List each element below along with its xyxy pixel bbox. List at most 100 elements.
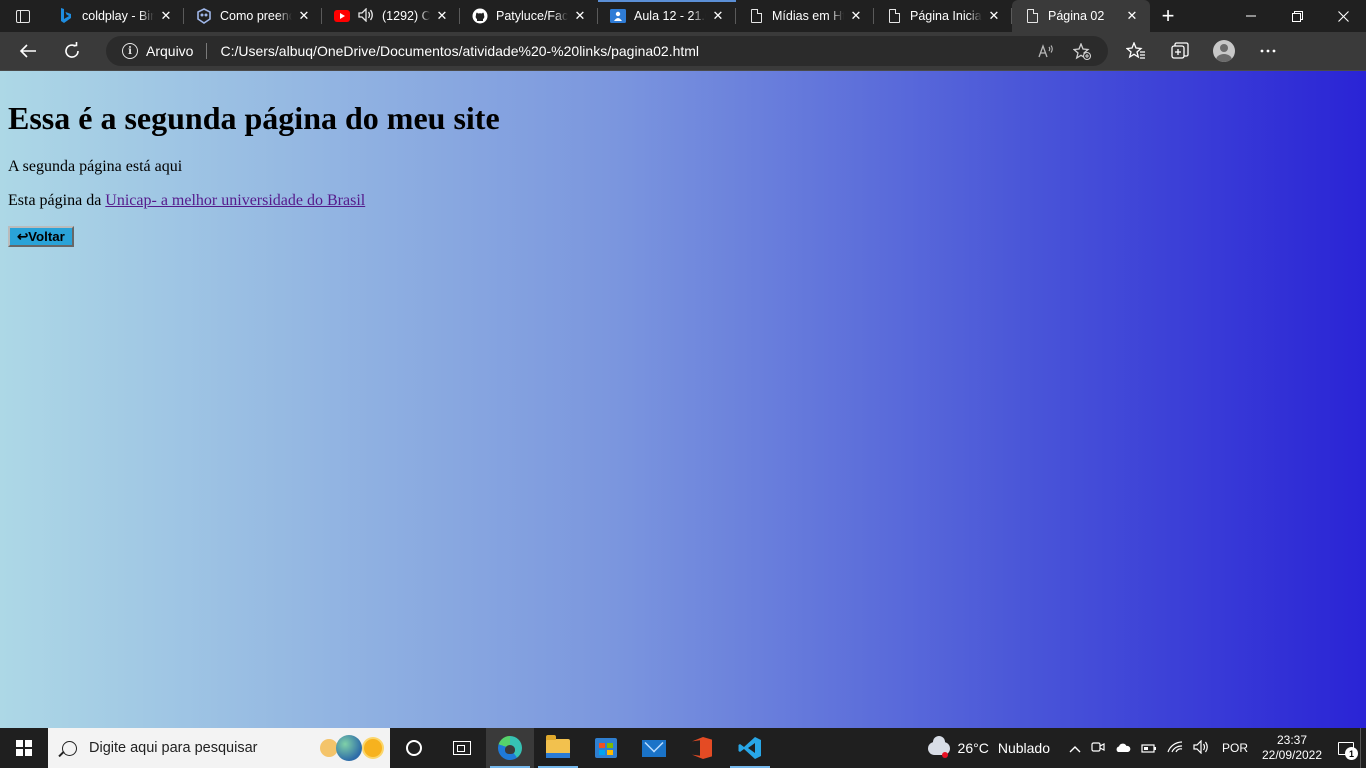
- page-viewport: Essa é a segunda página do meu site A se…: [0, 71, 1366, 728]
- avatar: [1213, 40, 1235, 62]
- tab-title: Página 02: [1048, 9, 1105, 23]
- info-icon[interactable]: i: [122, 43, 138, 59]
- page-paragraph-2: Esta página da Unicap- a melhor universi…: [8, 192, 1358, 210]
- github-icon: [472, 8, 488, 24]
- unicap-link[interactable]: Unicap- a melhor universidade do Brasil: [105, 192, 365, 209]
- mail-app[interactable]: [630, 728, 678, 768]
- weather-condition: Nublado: [997, 740, 1050, 756]
- arrow-left-icon: [19, 44, 36, 58]
- tab-title: (1292) Coldplay: [382, 9, 430, 23]
- new-tab-button[interactable]: +: [1150, 0, 1186, 32]
- start-button[interactable]: [0, 728, 48, 768]
- mail-icon: [642, 739, 666, 757]
- browser-toolbar: i Arquivo C:/Users/albuq/OneDrive/Docume…: [0, 32, 1366, 71]
- tab-pagina-02[interactable]: Página 02 ✕: [1012, 0, 1150, 32]
- tab-actions-button[interactable]: [0, 0, 46, 32]
- chevron-up-icon[interactable]: [1069, 741, 1081, 756]
- tab-como-preencher[interactable]: Como preencher ✕: [184, 0, 322, 32]
- paragraph-prefix: Esta página da: [8, 192, 106, 209]
- clock-date: 22/09/2022: [1261, 748, 1323, 762]
- tab-bing[interactable]: coldplay - Bing ✕: [46, 0, 184, 32]
- tab-title: Página Inicial: [910, 9, 982, 23]
- tab-title: Mídias em Html: [772, 9, 844, 23]
- weather-widget[interactable]: 26°C Nublado: [927, 735, 1050, 758]
- minimize-button[interactable]: [1228, 0, 1274, 32]
- read-aloud-icon[interactable]: [1028, 44, 1064, 58]
- taskbar-search[interactable]: Digite aqui para pesquisar: [48, 728, 390, 768]
- settings-menu-button[interactable]: [1246, 35, 1290, 67]
- owl-icon: [196, 8, 212, 24]
- refresh-icon: [65, 42, 79, 58]
- restore-button[interactable]: [1274, 0, 1320, 32]
- address-bar[interactable]: i Arquivo C:/Users/albuq/OneDrive/Docume…: [106, 36, 1108, 66]
- tab-title: coldplay - Bing: [82, 9, 154, 23]
- close-tab-icon[interactable]: ✕: [158, 8, 174, 24]
- close-tab-icon[interactable]: ✕: [710, 8, 726, 24]
- classroom-icon: [610, 8, 626, 24]
- language-indicator[interactable]: POR: [1222, 741, 1248, 755]
- tab-title: Patyluce/Faculdade: [496, 9, 568, 23]
- notification-count: 1: [1345, 747, 1358, 760]
- speaker-icon[interactable]: [358, 6, 374, 25]
- youtube-icon: [334, 8, 350, 24]
- wifi-icon[interactable]: [1167, 740, 1183, 756]
- tab-youtube[interactable]: (1292) Coldplay ✕: [322, 0, 460, 32]
- back-nav-button[interactable]: [6, 35, 50, 67]
- clock-time: 23:37: [1276, 733, 1308, 747]
- tab-github[interactable]: Patyluce/Faculdade ✕: [460, 0, 598, 32]
- search-placeholder: Digite aqui para pesquisar: [89, 740, 258, 756]
- file-explorer-app[interactable]: [534, 728, 582, 768]
- close-tab-icon[interactable]: ✕: [848, 8, 864, 24]
- cortana-button[interactable]: [390, 728, 438, 768]
- office-app[interactable]: [678, 728, 726, 768]
- weather-temp: 26°C: [957, 740, 989, 756]
- search-icon: [62, 740, 77, 756]
- task-view-button[interactable]: [438, 728, 486, 768]
- page-paragraph-1: A segunda página está aqui: [8, 158, 183, 175]
- more-icon: [1260, 49, 1276, 53]
- system-tray: [1064, 739, 1214, 757]
- tab-title: Como preencher: [220, 9, 292, 23]
- close-tab-icon[interactable]: ✕: [986, 8, 1002, 24]
- store-app[interactable]: [582, 728, 630, 768]
- folder-icon: [546, 734, 570, 758]
- tab-list: coldplay - Bing ✕ Como preencher ✕ (1292…: [46, 0, 1150, 32]
- close-tab-icon[interactable]: ✕: [572, 8, 588, 24]
- bing-icon: [58, 8, 74, 24]
- profile-button[interactable]: [1202, 35, 1246, 67]
- page-icon: [748, 8, 764, 24]
- onedrive-icon[interactable]: [1115, 741, 1131, 756]
- notification-center-button[interactable]: 1: [1332, 728, 1360, 768]
- edge-app[interactable]: [486, 728, 534, 768]
- favorites-button[interactable]: [1114, 35, 1158, 67]
- vscode-icon: [738, 737, 761, 759]
- meet-now-icon[interactable]: [1091, 740, 1105, 757]
- tab-strip: coldplay - Bing ✕ Como preencher ✕ (1292…: [0, 0, 1366, 32]
- search-highlight-icon[interactable]: [320, 735, 382, 761]
- volume-icon[interactable]: [1193, 739, 1209, 757]
- close-tab-icon[interactable]: ✕: [1124, 8, 1140, 24]
- collections-button[interactable]: [1158, 35, 1202, 67]
- page-icon: [1024, 8, 1040, 24]
- office-icon: [692, 737, 712, 759]
- close-tab-icon[interactable]: ✕: [434, 8, 450, 24]
- add-favorite-icon[interactable]: [1064, 42, 1100, 60]
- collections-icon: [1171, 42, 1189, 59]
- battery-icon[interactable]: [1141, 741, 1157, 756]
- page-icon: [886, 8, 902, 24]
- tab-pagina-inicial[interactable]: Página Inicial ✕: [874, 0, 1012, 32]
- address-url[interactable]: C:/Users/albuq/OneDrive/Documentos/ativi…: [220, 43, 1028, 59]
- close-window-button[interactable]: [1320, 0, 1366, 32]
- taskbar: Digite aqui para pesquisar 26°C Nublado: [0, 728, 1366, 768]
- tab-actions-icon: [16, 9, 30, 23]
- favorites-icon: [1126, 42, 1145, 59]
- vscode-app[interactable]: [726, 728, 774, 768]
- voltar-button[interactable]: ↩Voltar: [8, 226, 74, 247]
- clock[interactable]: 23:37 22/09/2022: [1262, 733, 1322, 763]
- close-tab-icon[interactable]: ✕: [296, 8, 312, 24]
- tab-aula-12[interactable]: Aula 12 - 21.09 ✕: [598, 0, 736, 32]
- task-view-icon: [453, 741, 471, 755]
- tab-midias-em-html[interactable]: Mídias em Html ✕: [736, 0, 874, 32]
- refresh-button[interactable]: [50, 35, 94, 67]
- show-desktop-button[interactable]: [1360, 728, 1366, 768]
